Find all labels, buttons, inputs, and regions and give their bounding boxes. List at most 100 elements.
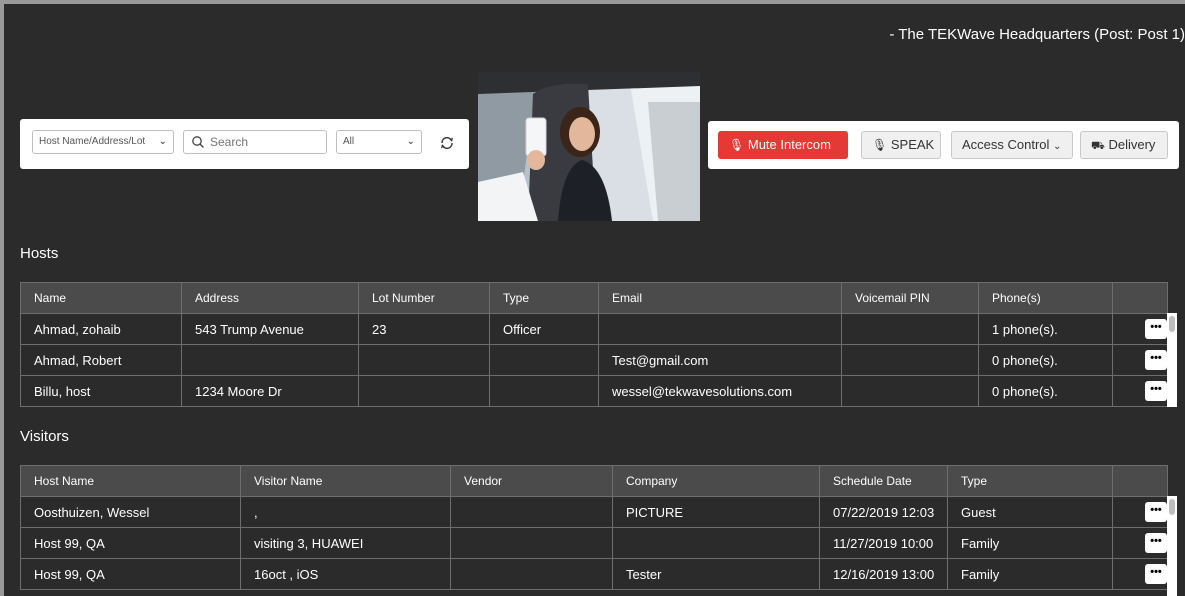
visitors-section-title: Visitors: [20, 428, 69, 445]
speak-label: SPEAK: [890, 137, 935, 152]
table-cell: 0 phone(s).: [978, 375, 1113, 407]
table-cell: Ahmad, zohaib: [20, 313, 182, 345]
table-row[interactable]: Host 99, QA visiting 3, HUAWEI 11/27/201…: [20, 527, 1168, 559]
muted-mic-icon: 🎙︎: [729, 138, 745, 152]
row-actions-cell: •••: [1112, 496, 1168, 528]
table-cell: Host 99, QA: [20, 527, 241, 559]
column-header[interactable]: Company: [612, 465, 820, 497]
table-cell: PICTURE: [612, 496, 820, 528]
camera-snapshot-image: [478, 72, 700, 221]
scrollbar-thumb[interactable]: [1169, 316, 1175, 332]
column-header[interactable]: Schedule Date: [819, 465, 948, 497]
hosts-header-row: Name Address Lot Number Type Email Voice…: [20, 282, 1168, 314]
more-options-button[interactable]: •••: [1145, 381, 1167, 401]
table-cell: Oosthuizen, Wessel: [20, 496, 241, 528]
table-cell: Family: [947, 527, 1113, 559]
row-actions-cell: •••: [1112, 313, 1168, 345]
actions-column-header: [1112, 465, 1168, 497]
table-cell: 1234 Moore Dr: [181, 375, 359, 407]
column-header[interactable]: Email: [598, 282, 842, 314]
intercom-actions-panel: 🎙︎ Mute Intercom 🎙︎ SPEAK Access Control…: [708, 121, 1179, 169]
column-header[interactable]: Address: [181, 282, 359, 314]
main-frame: - The TEKWave Headquarters (Post: Post 1…: [4, 4, 1185, 596]
chevron-down-icon: ⌄: [1053, 141, 1062, 152]
speak-button[interactable]: 🎙︎ SPEAK: [861, 131, 941, 159]
table-cell: [841, 375, 979, 407]
more-options-button[interactable]: •••: [1145, 319, 1167, 339]
access-control-label: Access Control: [962, 137, 1050, 152]
table-cell: Family: [947, 558, 1113, 590]
table-cell: [358, 375, 490, 407]
table-cell: [450, 558, 613, 590]
status-select[interactable]: All ⌄: [336, 130, 422, 154]
column-header[interactable]: Vendor: [450, 465, 613, 497]
search-panel: Host Name/Address/Lot ⌄ All ⌄: [20, 119, 469, 169]
table-cell: Officer: [489, 313, 599, 345]
more-options-button[interactable]: •••: [1145, 564, 1167, 584]
table-cell: [489, 344, 599, 376]
search-icon: [192, 136, 204, 148]
table-cell: 11/27/2019 10:00: [819, 527, 948, 559]
table-row[interactable]: Host 99, QA 16oct , iOS Tester 12/16/201…: [20, 558, 1168, 590]
table-cell: 16oct , iOS: [240, 558, 451, 590]
search-field[interactable]: [183, 130, 327, 154]
page-title: - The TEKWave Headquarters (Post: Post 1…: [889, 26, 1185, 43]
delivery-label: Delivery: [1108, 137, 1156, 152]
hosts-table: Name Address Lot Number Type Email Voice…: [20, 282, 1168, 407]
table-cell: 12/16/2019 13:00: [819, 558, 948, 590]
mute-intercom-button[interactable]: 🎙︎ Mute Intercom: [718, 131, 848, 159]
table-cell: ,: [240, 496, 451, 528]
table-cell: 1 phone(s).: [978, 313, 1113, 345]
table-cell: [598, 313, 842, 345]
row-actions-cell: •••: [1112, 344, 1168, 376]
table-cell: [450, 527, 613, 559]
table-cell: [489, 375, 599, 407]
mute-intercom-label: Mute Intercom: [747, 137, 831, 152]
hosts-scrollbar[interactable]: [1167, 313, 1177, 407]
table-cell: 07/22/2019 12:03: [819, 496, 948, 528]
column-header[interactable]: Visitor Name: [240, 465, 451, 497]
table-cell: 23: [358, 313, 490, 345]
microphone-icon: 🎙︎: [872, 138, 888, 152]
column-header[interactable]: Lot Number: [358, 282, 490, 314]
search-input[interactable]: [210, 134, 320, 150]
refresh-icon[interactable]: [439, 135, 455, 151]
visitors-table: Host Name Visitor Name Vendor Company Sc…: [20, 465, 1168, 590]
table-row[interactable]: Ahmad, zohaib 543 Trump Avenue 23 Office…: [20, 313, 1168, 345]
column-header[interactable]: Voicemail PIN: [841, 282, 979, 314]
table-cell: wessel@tekwavesolutions.com: [598, 375, 842, 407]
delivery-button[interactable]: ⛟ Delivery: [1080, 131, 1168, 159]
access-control-dropdown[interactable]: Access Control ⌄: [951, 131, 1073, 159]
hosts-section-title: Hosts: [20, 245, 59, 262]
more-options-button[interactable]: •••: [1145, 533, 1167, 553]
row-actions-cell: •••: [1112, 558, 1168, 590]
column-header[interactable]: Name: [20, 282, 182, 314]
table-cell: Host 99, QA: [20, 558, 241, 590]
table-row[interactable]: Oosthuizen, Wessel , PICTURE 07/22/2019 …: [20, 496, 1168, 528]
filter-type-select[interactable]: Host Name/Address/Lot ⌄: [32, 130, 174, 154]
table-cell: Test@gmail.com: [598, 344, 842, 376]
column-header[interactable]: Type: [947, 465, 1113, 497]
table-cell: [358, 344, 490, 376]
scrollbar-thumb[interactable]: [1169, 499, 1175, 515]
more-options-button[interactable]: •••: [1145, 502, 1167, 522]
filter-type-value: Host Name/Address/Lot: [39, 136, 146, 147]
table-cell: 0 phone(s).: [978, 344, 1113, 376]
table-row[interactable]: Billu, host 1234 Moore Dr wessel@tekwave…: [20, 375, 1168, 407]
table-cell: [450, 496, 613, 528]
truck-icon: ⛟: [1091, 140, 1105, 152]
status-select-value: All: [343, 136, 355, 147]
more-options-button[interactable]: •••: [1145, 350, 1167, 370]
table-cell: [181, 344, 359, 376]
column-header[interactable]: Phone(s): [978, 282, 1113, 314]
table-row[interactable]: Ahmad, Robert Test@gmail.com 0 phone(s).…: [20, 344, 1168, 376]
visitors-scrollbar[interactable]: [1167, 496, 1177, 596]
row-actions-cell: •••: [1112, 375, 1168, 407]
table-cell: Billu, host: [20, 375, 182, 407]
table-cell: [841, 313, 979, 345]
table-cell: 543 Trump Avenue: [181, 313, 359, 345]
table-cell: visiting 3, HUAWEI: [240, 527, 451, 559]
chevron-down-icon: ⌄: [158, 136, 167, 147]
column-header[interactable]: Host Name: [20, 465, 241, 497]
column-header[interactable]: Type: [489, 282, 599, 314]
